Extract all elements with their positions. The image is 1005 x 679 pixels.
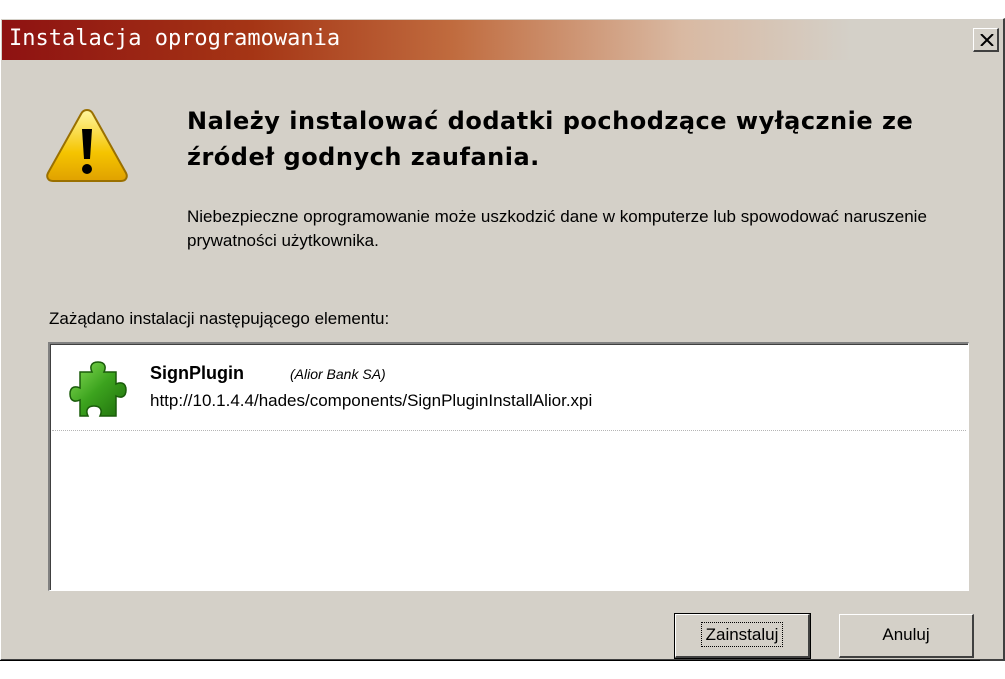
title-bar[interactable]: Instalacja oprogramowania	[2, 20, 1002, 60]
close-icon	[980, 34, 994, 46]
plugin-name: SignPlugin	[150, 363, 244, 383]
window-title: Instalacja oprogramowania	[9, 26, 341, 51]
install-dialog: Instalacja oprogramowania Należy instalo…	[0, 18, 1005, 661]
cancel-button[interactable]: Anuluj	[839, 614, 974, 658]
cancel-button-label: Anuluj	[882, 625, 930, 644]
install-button[interactable]: Zainstaluj	[674, 613, 811, 659]
divider	[0, 660, 980, 661]
request-label: Zażądano instalacji następującego elemen…	[49, 309, 390, 328]
warning-icon	[46, 108, 128, 182]
puzzle-icon	[69, 361, 127, 417]
install-button-label: Zainstaluj	[700, 622, 784, 647]
warning-description: Niebezpieczne oprogramowanie może uszkod…	[187, 207, 927, 250]
plugin-author: (Alior Bank SA)	[290, 366, 386, 382]
list-item[interactable]: SignPlugin (Alior Bank SA) http://10.1.4…	[52, 346, 966, 431]
warning-heading: Należy instalować dodatki pochodzące wył…	[187, 107, 914, 171]
install-items-list[interactable]: SignPlugin (Alior Bank SA) http://10.1.4…	[48, 342, 969, 591]
close-button[interactable]	[973, 28, 999, 52]
plugin-url: http://10.1.4.4/hades/components/SignPlu…	[150, 391, 593, 410]
